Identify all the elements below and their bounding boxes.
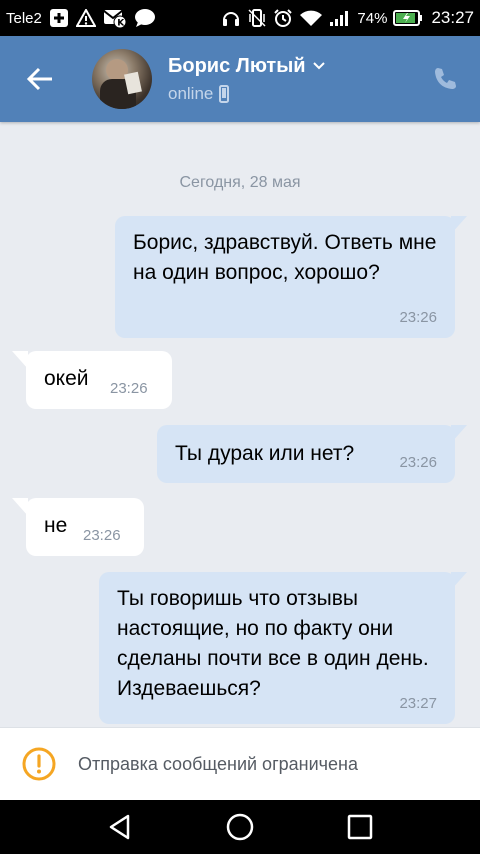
contact-info[interactable]: Борис Лютый online [168, 55, 326, 104]
warning-circle-icon [22, 747, 56, 781]
status-bar: Tele2 K 74% 23:27 [0, 0, 480, 36]
battery-icon [393, 9, 423, 27]
message-bubble-outgoing[interactable]: Ты дурак или нет? 23:26 [157, 425, 455, 483]
back-triangle-icon [109, 814, 130, 840]
avatar[interactable] [92, 49, 152, 109]
bubble-tail [451, 425, 467, 443]
message-text: Ты говоришь что отзывы настоящие, но по … [117, 587, 429, 700]
message-time: 23:27 [399, 695, 437, 712]
message-text: окей [44, 367, 89, 390]
nav-back-button[interactable] [90, 800, 150, 854]
bubble-tail [451, 572, 467, 590]
message-bubble-incoming[interactable]: окей 23:26 [26, 351, 172, 409]
message-list[interactable]: Сегодня, 28 мая Борис, здравствуй. Ответ… [0, 122, 480, 727]
vibrate-icon [247, 8, 267, 28]
message-bubble-outgoing[interactable]: Ты говоришь что отзывы настоящие, но по … [99, 572, 455, 724]
arrow-left-icon [26, 67, 52, 91]
alarm-icon [273, 8, 293, 28]
mobile-phone-icon [219, 84, 230, 103]
chat-header: Борис Лютый online [0, 36, 480, 122]
battery-percent: 74% [357, 9, 388, 27]
message-bubble-incoming[interactable]: не 23:26 [26, 498, 144, 556]
nav-recents-button[interactable] [330, 800, 390, 854]
sending-restricted-bar: Отправка сообщений ограничена [0, 727, 480, 800]
contact-status: online [168, 83, 214, 103]
carrier-label: Tele2 [6, 9, 42, 27]
bubble-tail [12, 351, 28, 369]
message-text: не [44, 514, 68, 537]
call-button[interactable] [410, 36, 480, 122]
message-bubble-outgoing[interactable]: Борис, здравствуй. Ответь мне на один во… [115, 216, 455, 338]
clock: 23:27 [431, 8, 474, 27]
home-circle-icon [226, 813, 254, 841]
bubble-tail [12, 498, 28, 516]
message-text: Борис, здравствуй. Ответь мне на один во… [133, 231, 437, 284]
vk-mail-icon: K [103, 8, 127, 28]
recents-square-icon [347, 814, 373, 840]
date-separator: Сегодня, 28 мая [179, 174, 301, 191]
headphones-icon [221, 8, 241, 28]
message-time: 23:26 [399, 454, 437, 471]
system-nav-bar [0, 800, 480, 854]
contact-name: Борис Лютый [168, 54, 306, 77]
plus-box-icon [49, 8, 69, 28]
warning-icon [75, 9, 96, 27]
message-text: Ты дурак или нет? [175, 442, 355, 465]
phone-icon [435, 68, 456, 89]
back-button[interactable] [0, 36, 80, 122]
bubble-tail [451, 216, 467, 234]
message-time: 23:26 [399, 309, 437, 326]
svg-text:K: K [117, 19, 125, 29]
chevron-down-icon [312, 62, 325, 70]
signal-icon [329, 9, 351, 27]
restriction-text: Отправка сообщений ограничена [78, 753, 358, 774]
chat-bubble-icon [134, 8, 156, 28]
nav-home-button[interactable] [210, 800, 270, 854]
message-time: 23:26 [83, 527, 121, 544]
wifi-icon [299, 9, 323, 27]
message-time: 23:26 [110, 380, 148, 397]
